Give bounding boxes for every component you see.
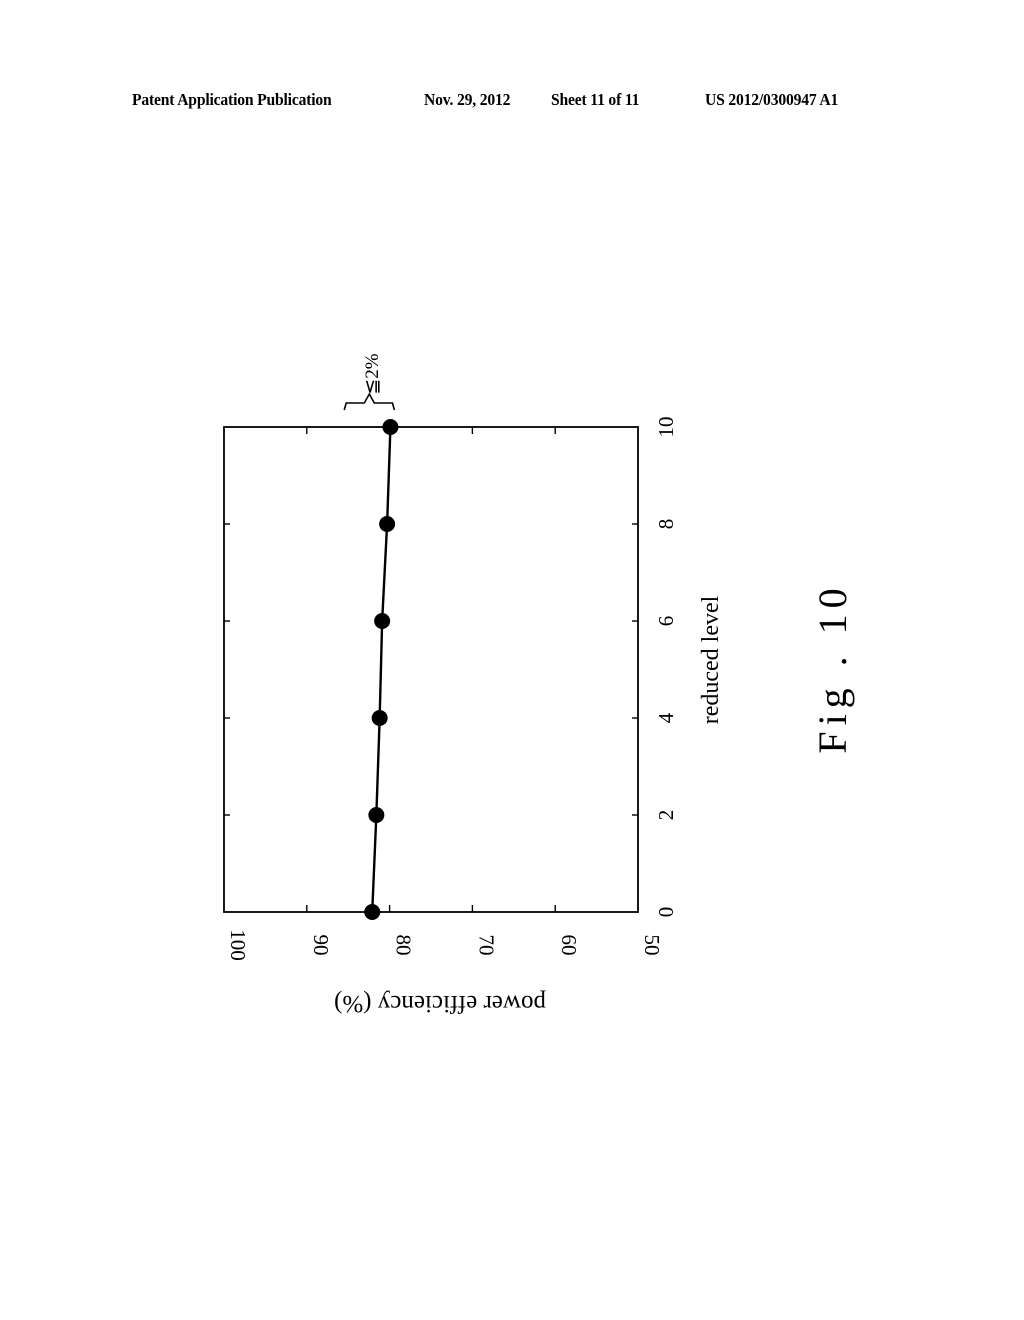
efficiency-tick-label: 90	[309, 935, 333, 956]
data-series	[364, 419, 399, 920]
level-tick-label: 0	[654, 907, 678, 918]
level-tick-label: 2	[654, 810, 678, 821]
data-point	[379, 516, 396, 532]
efficiency-tick-label: 60	[557, 935, 581, 956]
chart-figure: 100 90 80 70 60 50 0 2 4 6 8 10 reduced level power…	[223, 353, 855, 1017]
data-point	[382, 419, 399, 435]
plot-frame	[223, 426, 639, 913]
series-line	[371, 426, 392, 913]
brace-annotation	[343, 392, 396, 411]
level-tick-label: 6	[654, 616, 678, 627]
efficiency-tick-label: 80	[392, 935, 416, 956]
axis-ticks	[224, 427, 638, 912]
data-point	[374, 613, 391, 629]
annotation-label: ≦2%	[362, 353, 383, 394]
annotations	[343, 392, 396, 411]
efficiency-tick-label: 70	[474, 935, 498, 956]
efficiency-tick-label: 100	[226, 929, 250, 961]
level-tick-label: 8	[654, 519, 678, 530]
data-point	[368, 807, 385, 823]
efficiency-tick-label: 50	[640, 935, 664, 956]
plot-border	[223, 426, 639, 913]
tick-labels: 100 90 80 70 60 50 0 2 4 6 8 10	[226, 417, 678, 961]
y-axis-label: power efficiency (%)	[334, 990, 546, 1017]
data-point	[371, 710, 388, 726]
level-tick-label: 10	[654, 417, 678, 438]
data-point	[364, 904, 381, 920]
figure-caption: Fig . 10	[810, 582, 855, 753]
x-axis-label: reduced level	[698, 595, 724, 724]
level-tick-label: 4	[654, 712, 678, 723]
